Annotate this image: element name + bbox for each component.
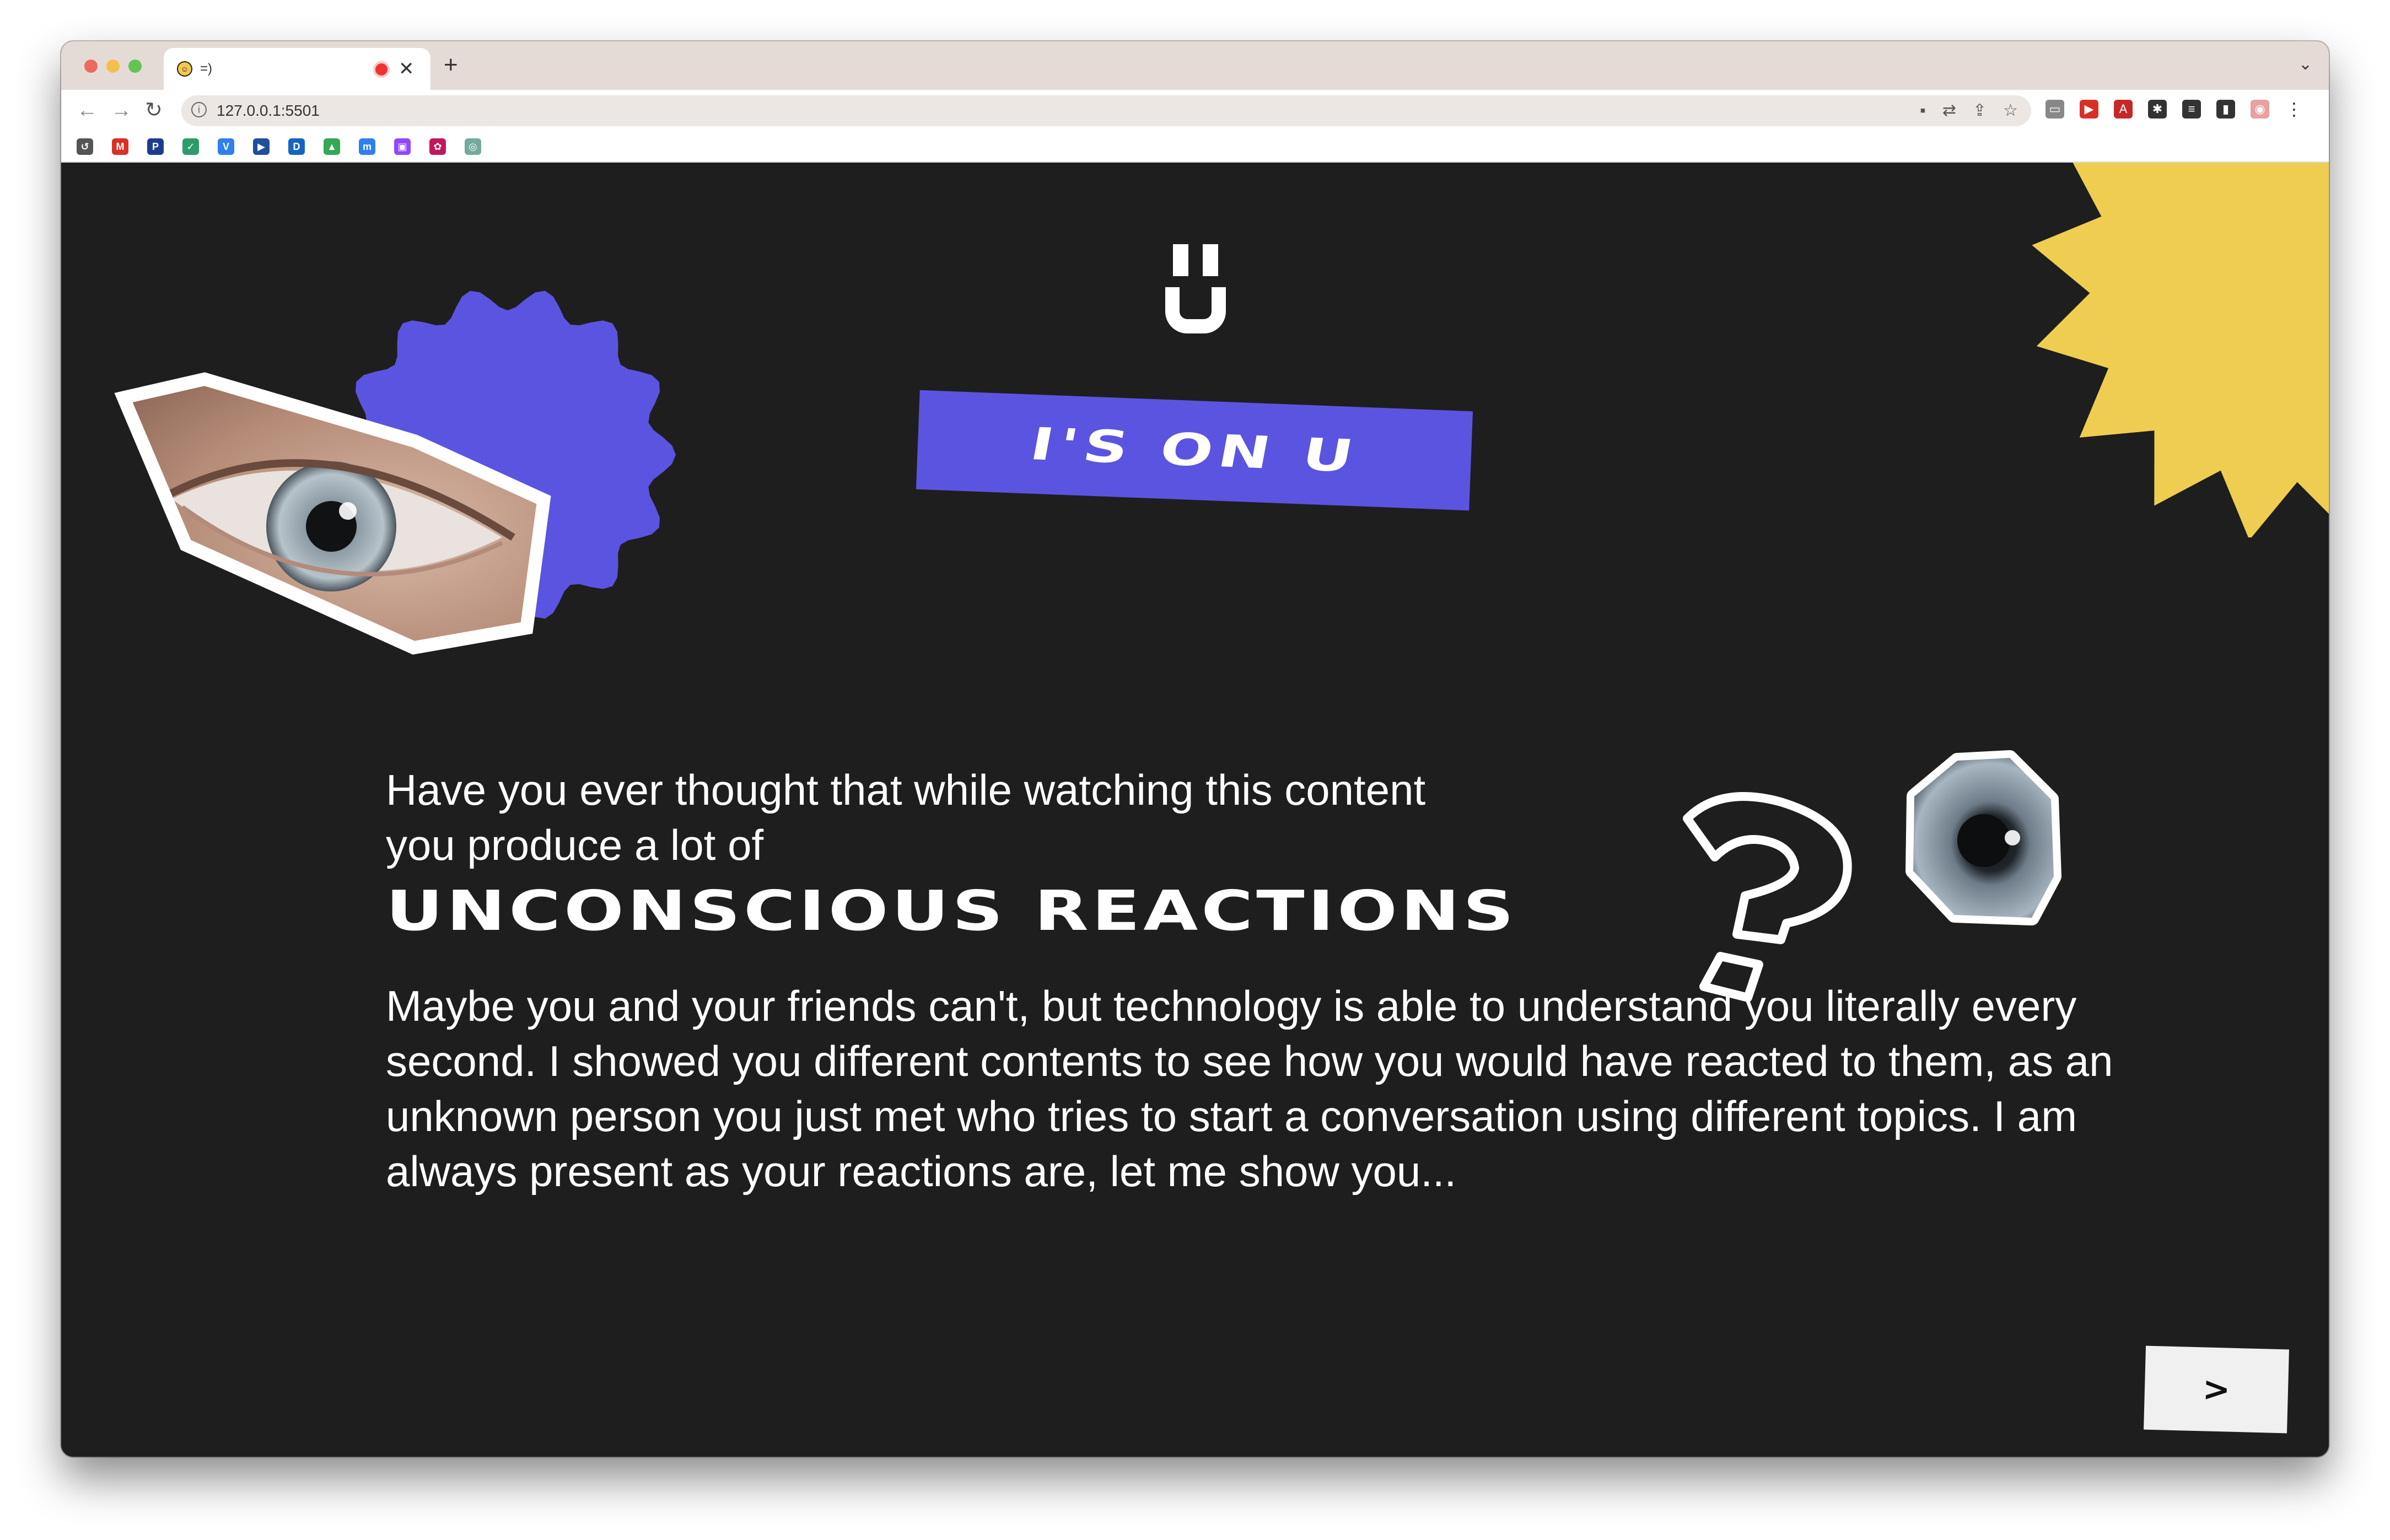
browser-tab[interactable]: ☺ =) ✕ <box>164 48 430 90</box>
smiley-favicon-icon: ☺ <box>177 61 192 77</box>
site-info-icon[interactable]: i <box>191 102 207 117</box>
reload-button[interactable]: ↻ <box>145 98 163 123</box>
title-badge: I'S ON U <box>916 390 1473 511</box>
next-arrow-icon: > <box>2201 1370 2231 1409</box>
intro-text: Have you ever thought that while watchin… <box>386 766 1426 869</box>
translate-icon[interactable]: ⇄ <box>1942 101 1956 121</box>
gmail-icon[interactable]: M <box>112 138 128 155</box>
minimize-window-button[interactable] <box>106 60 120 73</box>
recording-indicator-icon <box>375 63 387 76</box>
next-button[interactable]: > <box>2144 1345 2289 1434</box>
bookmark-flower-icon[interactable]: ✿ <box>429 138 446 155</box>
browser-window: ☺ =) ✕ + ⌄ ← → ↻ i 127.0.0.1:5501 ▪ ⇄ ⇪ ☆ ▭… <box>61 41 2329 1457</box>
twitch-icon[interactable]: ▣ <box>394 138 411 155</box>
logo-u-shape <box>1165 287 1226 333</box>
tab-title: =) <box>200 61 213 76</box>
bookmark-m-icon[interactable]: m <box>359 138 375 155</box>
logo-bar-right <box>1203 244 1218 276</box>
share-icon[interactable]: ⇪ <box>1973 101 1987 121</box>
bookmark-disney-icon[interactable]: D <box>288 138 305 155</box>
history-icon[interactable]: ↺ <box>77 138 93 155</box>
youtube-ext-icon[interactable]: ▶ <box>2080 100 2098 119</box>
zoom-window-button[interactable] <box>128 60 142 73</box>
menu-icon[interactable]: ⋮ <box>2285 100 2303 119</box>
tab-close-icon[interactable]: ✕ <box>399 58 415 80</box>
sidepanel-icon[interactable]: ▮ <box>2216 100 2235 119</box>
star-icon[interactable]: ☆ <box>2003 101 2018 121</box>
bookmark-play-icon[interactable]: ▶ <box>253 138 270 155</box>
camera-icon[interactable]: ▪ <box>1920 101 1926 121</box>
browser-toolbar: ← → ↻ i 127.0.0.1:5501 ▪ ⇄ ⇪ ☆ ▭ ▶ A ✱ ≡ ▮ ◉ ⋮ <box>61 90 2329 132</box>
headline: UNCONSCIOUS REACTIONS <box>386 879 1517 944</box>
new-tab-button[interactable]: + <box>444 51 458 79</box>
body-paragraph: Maybe you and your friends can't, but te… <box>386 982 2113 1196</box>
bookmarks-bar: ↺ M P ✓ V ▶ D ▲ m ▣ ✿ ◎ <box>61 132 2329 163</box>
site-logo <box>1165 244 1226 333</box>
question-mark-icon <box>1683 792 1852 1002</box>
cast-icon[interactable]: ▭ <box>2046 100 2064 119</box>
forward-button[interactable]: → <box>111 98 132 123</box>
reading-list-icon[interactable]: ≡ <box>2182 100 2201 119</box>
page-content: I'S ON U Have you ever thought that whil… <box>61 163 2329 1457</box>
back-button[interactable]: ← <box>77 98 98 123</box>
yellow-starburst <box>2032 163 2329 537</box>
bookmark-pj-icon[interactable]: P <box>147 138 164 155</box>
puzzle-icon[interactable]: ✱ <box>2148 100 2167 119</box>
pdf-icon[interactable]: A <box>2114 100 2133 119</box>
title-badge-text: I'S ON U <box>1026 418 1363 482</box>
eye-cutout-image <box>114 372 551 655</box>
small-eye-cutout-image <box>1905 750 2061 925</box>
bookmark-check-icon[interactable]: ✓ <box>182 138 199 155</box>
address-bar[interactable]: i 127.0.0.1:5501 ▪ ⇄ ⇪ ☆ <box>181 95 2031 126</box>
bookmark-ai-icon[interactable]: ◎ <box>465 138 481 155</box>
close-window-button[interactable] <box>84 60 98 73</box>
drive-icon[interactable]: ▲ <box>324 138 340 155</box>
extension-toolbar: ▭ ▶ A ✱ ≡ ▮ ◉ ⋮ <box>2046 100 2303 119</box>
logo-bar-left <box>1173 244 1188 276</box>
tab-bar: ☺ =) ✕ + ⌄ <box>61 41 2329 90</box>
url-text[interactable]: 127.0.0.1:5501 <box>217 102 320 120</box>
profile-avatar-icon[interactable]: ◉ <box>2251 100 2269 119</box>
bookmark-v-icon[interactable]: V <box>218 138 234 155</box>
tab-search-chevron-icon[interactable]: ⌄ <box>2299 55 2312 74</box>
address-bar-actions: ▪ ⇄ ⇪ ☆ <box>1920 101 2018 121</box>
